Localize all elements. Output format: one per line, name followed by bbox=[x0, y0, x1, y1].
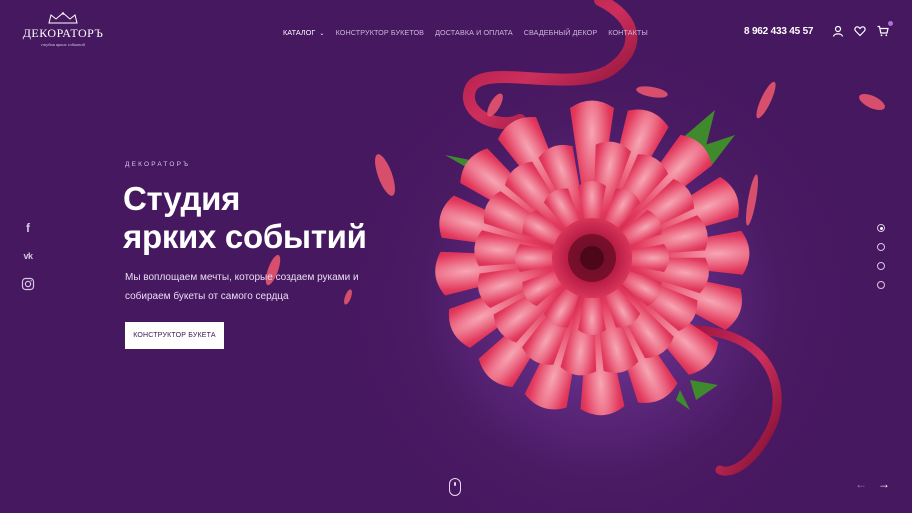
slider-dot-3[interactable] bbox=[877, 262, 885, 270]
user-icon[interactable] bbox=[832, 25, 844, 37]
nav-item-wedding-decor[interactable]: СВАДЕБНЫЙ ДЕКОР bbox=[524, 28, 598, 37]
hero-eyebrow: ДЕКОРАТОРЪ bbox=[125, 161, 191, 168]
nav-item-catalog[interactable]: КАТАЛОГ ⌄ bbox=[283, 28, 325, 37]
cart-icon[interactable] bbox=[877, 25, 889, 37]
scroll-mouse-icon[interactable] bbox=[449, 478, 461, 496]
hero-description: Мы воплощаем мечты, которые создаем рука… bbox=[125, 268, 385, 306]
instagram-icon[interactable] bbox=[21, 277, 35, 291]
chevron-down-icon: ⌄ bbox=[319, 31, 325, 37]
hero-desc-line2: собираем букеты от самого сердца bbox=[125, 291, 289, 302]
hero-desc-line1: Мы воплощаем мечты, которые создаем рука… bbox=[125, 272, 359, 283]
hero-title-line1: Студия bbox=[123, 180, 241, 217]
hero-title: Студия ярких событий bbox=[123, 180, 367, 256]
bouquet-builder-button[interactable]: КОНСТРУКТОР БУКЕТА bbox=[125, 322, 224, 349]
cart-badge bbox=[888, 21, 893, 26]
hero-title-line2: ярких событий bbox=[123, 218, 367, 255]
nav-item-bouquet-builder[interactable]: КОНСТРУКТОР БУКЕТОВ bbox=[336, 28, 425, 37]
slider-dot-1[interactable] bbox=[877, 224, 885, 232]
arrow-right-icon[interactable]: → bbox=[878, 477, 890, 491]
main-nav: КАТАЛОГ ⌄ КОНСТРУКТОР БУКЕТОВ ДОСТАВКА И … bbox=[283, 28, 648, 37]
logo[interactable]: ДЕКОРАТОРЪ студия ярких событий bbox=[22, 12, 104, 52]
facebook-icon[interactable]: f bbox=[21, 221, 35, 235]
slider-dot-2[interactable] bbox=[877, 243, 885, 251]
vk-icon[interactable]: vk bbox=[21, 249, 35, 263]
nav-item-delivery[interactable]: ДОСТАВКА И ОПЛАТА bbox=[435, 28, 513, 37]
nav-item-label: КАТАЛОГ bbox=[283, 28, 316, 37]
logo-tagline: студия ярких событий bbox=[41, 42, 85, 47]
crown-icon bbox=[48, 12, 78, 24]
phone-number[interactable]: 8 962 433 45 57 bbox=[744, 26, 813, 37]
slider-dot-4[interactable] bbox=[877, 281, 885, 289]
logo-wordmark: ДЕКОРАТОРЪ bbox=[22, 26, 104, 40]
nav-item-contacts[interactable]: КОНТАКТЫ bbox=[608, 28, 648, 37]
heart-icon[interactable] bbox=[854, 25, 866, 37]
arrow-left-icon[interactable]: ← bbox=[855, 477, 867, 491]
dahlia-flower-image bbox=[265, 0, 885, 476]
hero-stage: ДЕКОРАТОРЪ студия ярких событий КАТАЛОГ ⌄… bbox=[0, 0, 912, 513]
